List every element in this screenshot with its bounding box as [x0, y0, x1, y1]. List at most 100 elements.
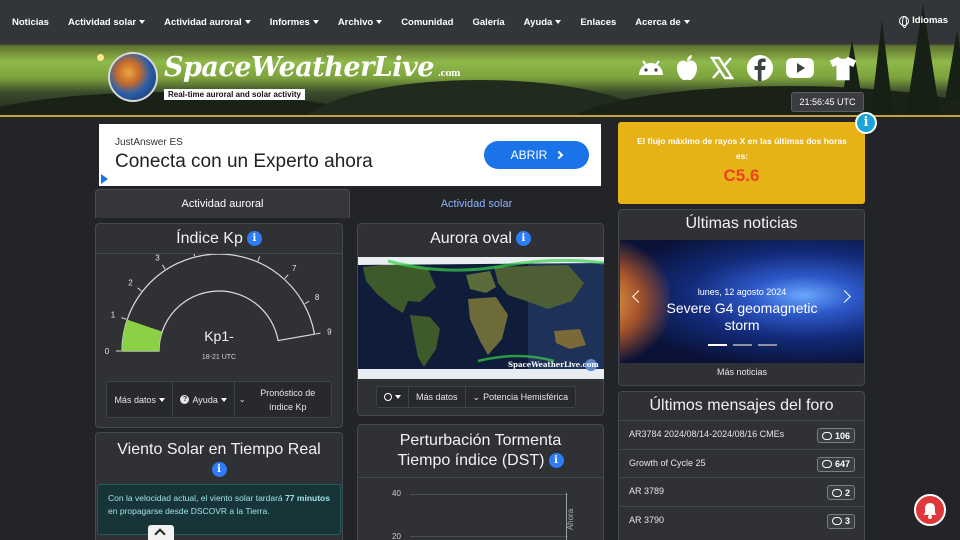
hemispheric-power-button[interactable]: ⌄ Potencia Hemisférica	[466, 387, 576, 407]
forum-post-row[interactable]: AR 3789 2	[620, 477, 864, 505]
logo-sun-icon	[97, 54, 104, 61]
forum-post-title: Growth of Cycle 25	[629, 457, 706, 468]
reply-count-badge[interactable]: 106	[816, 428, 855, 443]
card-divider	[358, 477, 603, 478]
dst-gridline	[410, 536, 568, 537]
caret-down-icon	[220, 397, 227, 402]
nav-item[interactable]: Informes	[270, 17, 319, 28]
x-icon[interactable]	[707, 54, 737, 82]
logo-globe-icon[interactable]	[108, 52, 158, 102]
notice-text-pre: Con la velocidad actual, el viento solar…	[108, 493, 283, 503]
info-icon[interactable]: i	[548, 453, 564, 468]
aurora-title: Aurora oval	[430, 230, 512, 247]
nav-item-label: Actividad auroral	[164, 16, 242, 28]
info-icon[interactable]: i	[855, 112, 877, 134]
kp-index-card: Índice Kpi 0123456789Kp1-18-21 UTC Más d…	[95, 223, 343, 428]
xray-flux-box[interactable]: El flujo máximo de rayos X en las última…	[618, 122, 865, 204]
reply-count-badge[interactable]: 3	[826, 513, 855, 529]
hemispheric-power-label: Potencia Hemisférica	[483, 392, 569, 402]
nav-item[interactable]: Noticias	[12, 17, 49, 28]
forum-card: Últimos mensajes del foro AR3784 2024/08…	[618, 391, 865, 540]
caret-down-icon	[158, 397, 165, 402]
nav-item[interactable]: Archivo	[337, 16, 383, 28]
tshirt-icon[interactable]	[828, 54, 858, 82]
gauge-tick	[161, 264, 166, 270]
solar-wind-notice: Con la velocidad actual, el viento solar…	[97, 484, 341, 535]
gauge-tick-label: 7	[292, 264, 297, 273]
nav-item[interactable]: Comunidad	[401, 17, 453, 28]
nav-item[interactable]: Enlaces	[580, 17, 616, 28]
notification-bell-button[interactable]	[914, 494, 946, 526]
tab-solar-activity[interactable]: Actividad solar	[350, 189, 603, 218]
nav-item[interactable]: Acerca de	[635, 16, 690, 28]
kp-time-label: 18-21 UTC	[202, 354, 236, 361]
nav-item[interactable]: Ayuda	[524, 17, 562, 28]
reply-count: 647	[834, 459, 850, 469]
nav-item-label: Ayuda	[523, 16, 553, 28]
kp-help-button[interactable]: ? Ayuda	[173, 382, 235, 417]
news-carousel[interactable]: lunes, 12 agosto 2024 Severe G4 geomagne…	[620, 240, 864, 363]
more-news-link[interactable]: Más noticias	[619, 367, 865, 377]
aurora-oval-card: Aurora oval i SpaceWeatherLive.com Más da…	[357, 223, 604, 416]
tab-auroral-activity[interactable]: Actividad auroral	[95, 189, 350, 218]
notice-text-post: en propagarse desde DSCOVR a la Tierra.	[108, 506, 270, 516]
youtube-icon[interactable]	[785, 54, 815, 82]
nav-item-label: Noticias	[12, 16, 49, 28]
dst-gridline	[410, 494, 568, 495]
nav-item[interactable]: Galería	[472, 17, 504, 28]
news-headline[interactable]: Severe G4 geomagnetic storm	[650, 300, 834, 334]
android-icon[interactable]	[636, 54, 666, 82]
dst-index-card: Perturbación Tormenta Tiempo índice (DST)…	[357, 424, 604, 540]
forum-post-row[interactable]: AR 3790 3	[620, 505, 864, 534]
reply-count-badge[interactable]: 647	[816, 456, 855, 472]
info-icon[interactable]: i	[515, 231, 531, 246]
carousel-indicator[interactable]	[758, 344, 777, 346]
forum-post-row[interactable]: AR3784 2024/08/14-2024/08/16 CMEs 106	[620, 420, 864, 448]
gauge-tick-label: 3	[155, 254, 160, 262]
reply-count: 106	[834, 430, 850, 441]
caret-down-icon	[139, 20, 146, 24]
gauge-tick	[257, 256, 261, 262]
carousel-indicator[interactable]	[708, 344, 727, 346]
latest-news-card: Últimas noticias lunes, 12 agosto 2024 S…	[618, 209, 865, 386]
forum-post-title: AR 3789	[629, 486, 665, 496]
ad-advertiser: JustAnswer ES	[115, 137, 183, 148]
ad-choices-icon[interactable]	[101, 174, 108, 184]
dst-y-tick: 40	[392, 489, 401, 498]
double-chevron-down-icon: ⌄	[472, 391, 481, 402]
caret-down-icon	[312, 20, 319, 24]
kp-more-data-button[interactable]: Más datos	[107, 382, 174, 417]
nav-item[interactable]: Actividad solar	[68, 17, 146, 28]
scroll-top-button[interactable]	[148, 525, 174, 540]
news-date: lunes, 12 agosto 2024	[697, 287, 787, 297]
zoom-button[interactable]	[377, 387, 409, 407]
aurora-oval-map[interactable]: SpaceWeatherLive.com	[358, 257, 604, 379]
gauge-tick-label: 9	[327, 328, 332, 337]
advertisement[interactable]: JustAnswer ES Conecta con un Experto aho…	[99, 124, 601, 186]
gauge-tick	[193, 254, 196, 257]
kp-forecast-button[interactable]: ⌄ Pronóstico de índice Kp	[235, 382, 331, 417]
info-icon[interactable]: i	[211, 462, 227, 477]
header-divider	[0, 115, 960, 117]
apple-icon[interactable]	[672, 54, 702, 82]
nav-item-label: Acerca de	[635, 16, 681, 28]
facebook-icon[interactable]	[745, 54, 775, 82]
kp-gauge: 0123456789Kp1-18-21 UTC	[105, 254, 332, 361]
solar-wind-card-title: Viento Solar en Tiempo Real i	[96, 440, 342, 480]
aurora-more-data-button[interactable]: Más datos	[409, 387, 466, 407]
gauge-tick	[315, 332, 321, 335]
site-logo[interactable]: SpaceWeatherLive .com	[164, 52, 461, 83]
carousel-indicator[interactable]	[733, 344, 752, 346]
info-icon[interactable]: i	[246, 231, 262, 246]
kp-title: Índice Kp	[176, 230, 243, 247]
nav-item[interactable]: Actividad auroral	[164, 17, 251, 28]
nav-item-label: Archivo	[337, 16, 374, 28]
gauge-tick	[121, 317, 127, 320]
ad-open-button[interactable]: ABRIR	[484, 141, 589, 169]
nav-item-label: Informes	[269, 16, 310, 28]
hill-shape	[560, 86, 960, 117]
forum-card-title: Últimos mensajes del foro	[649, 397, 834, 414]
reply-count-badge[interactable]: 2	[826, 485, 855, 500]
nav-item-label: Galería	[472, 16, 505, 28]
forum-post-row[interactable]: Growth of Cycle 25 647	[620, 448, 864, 477]
